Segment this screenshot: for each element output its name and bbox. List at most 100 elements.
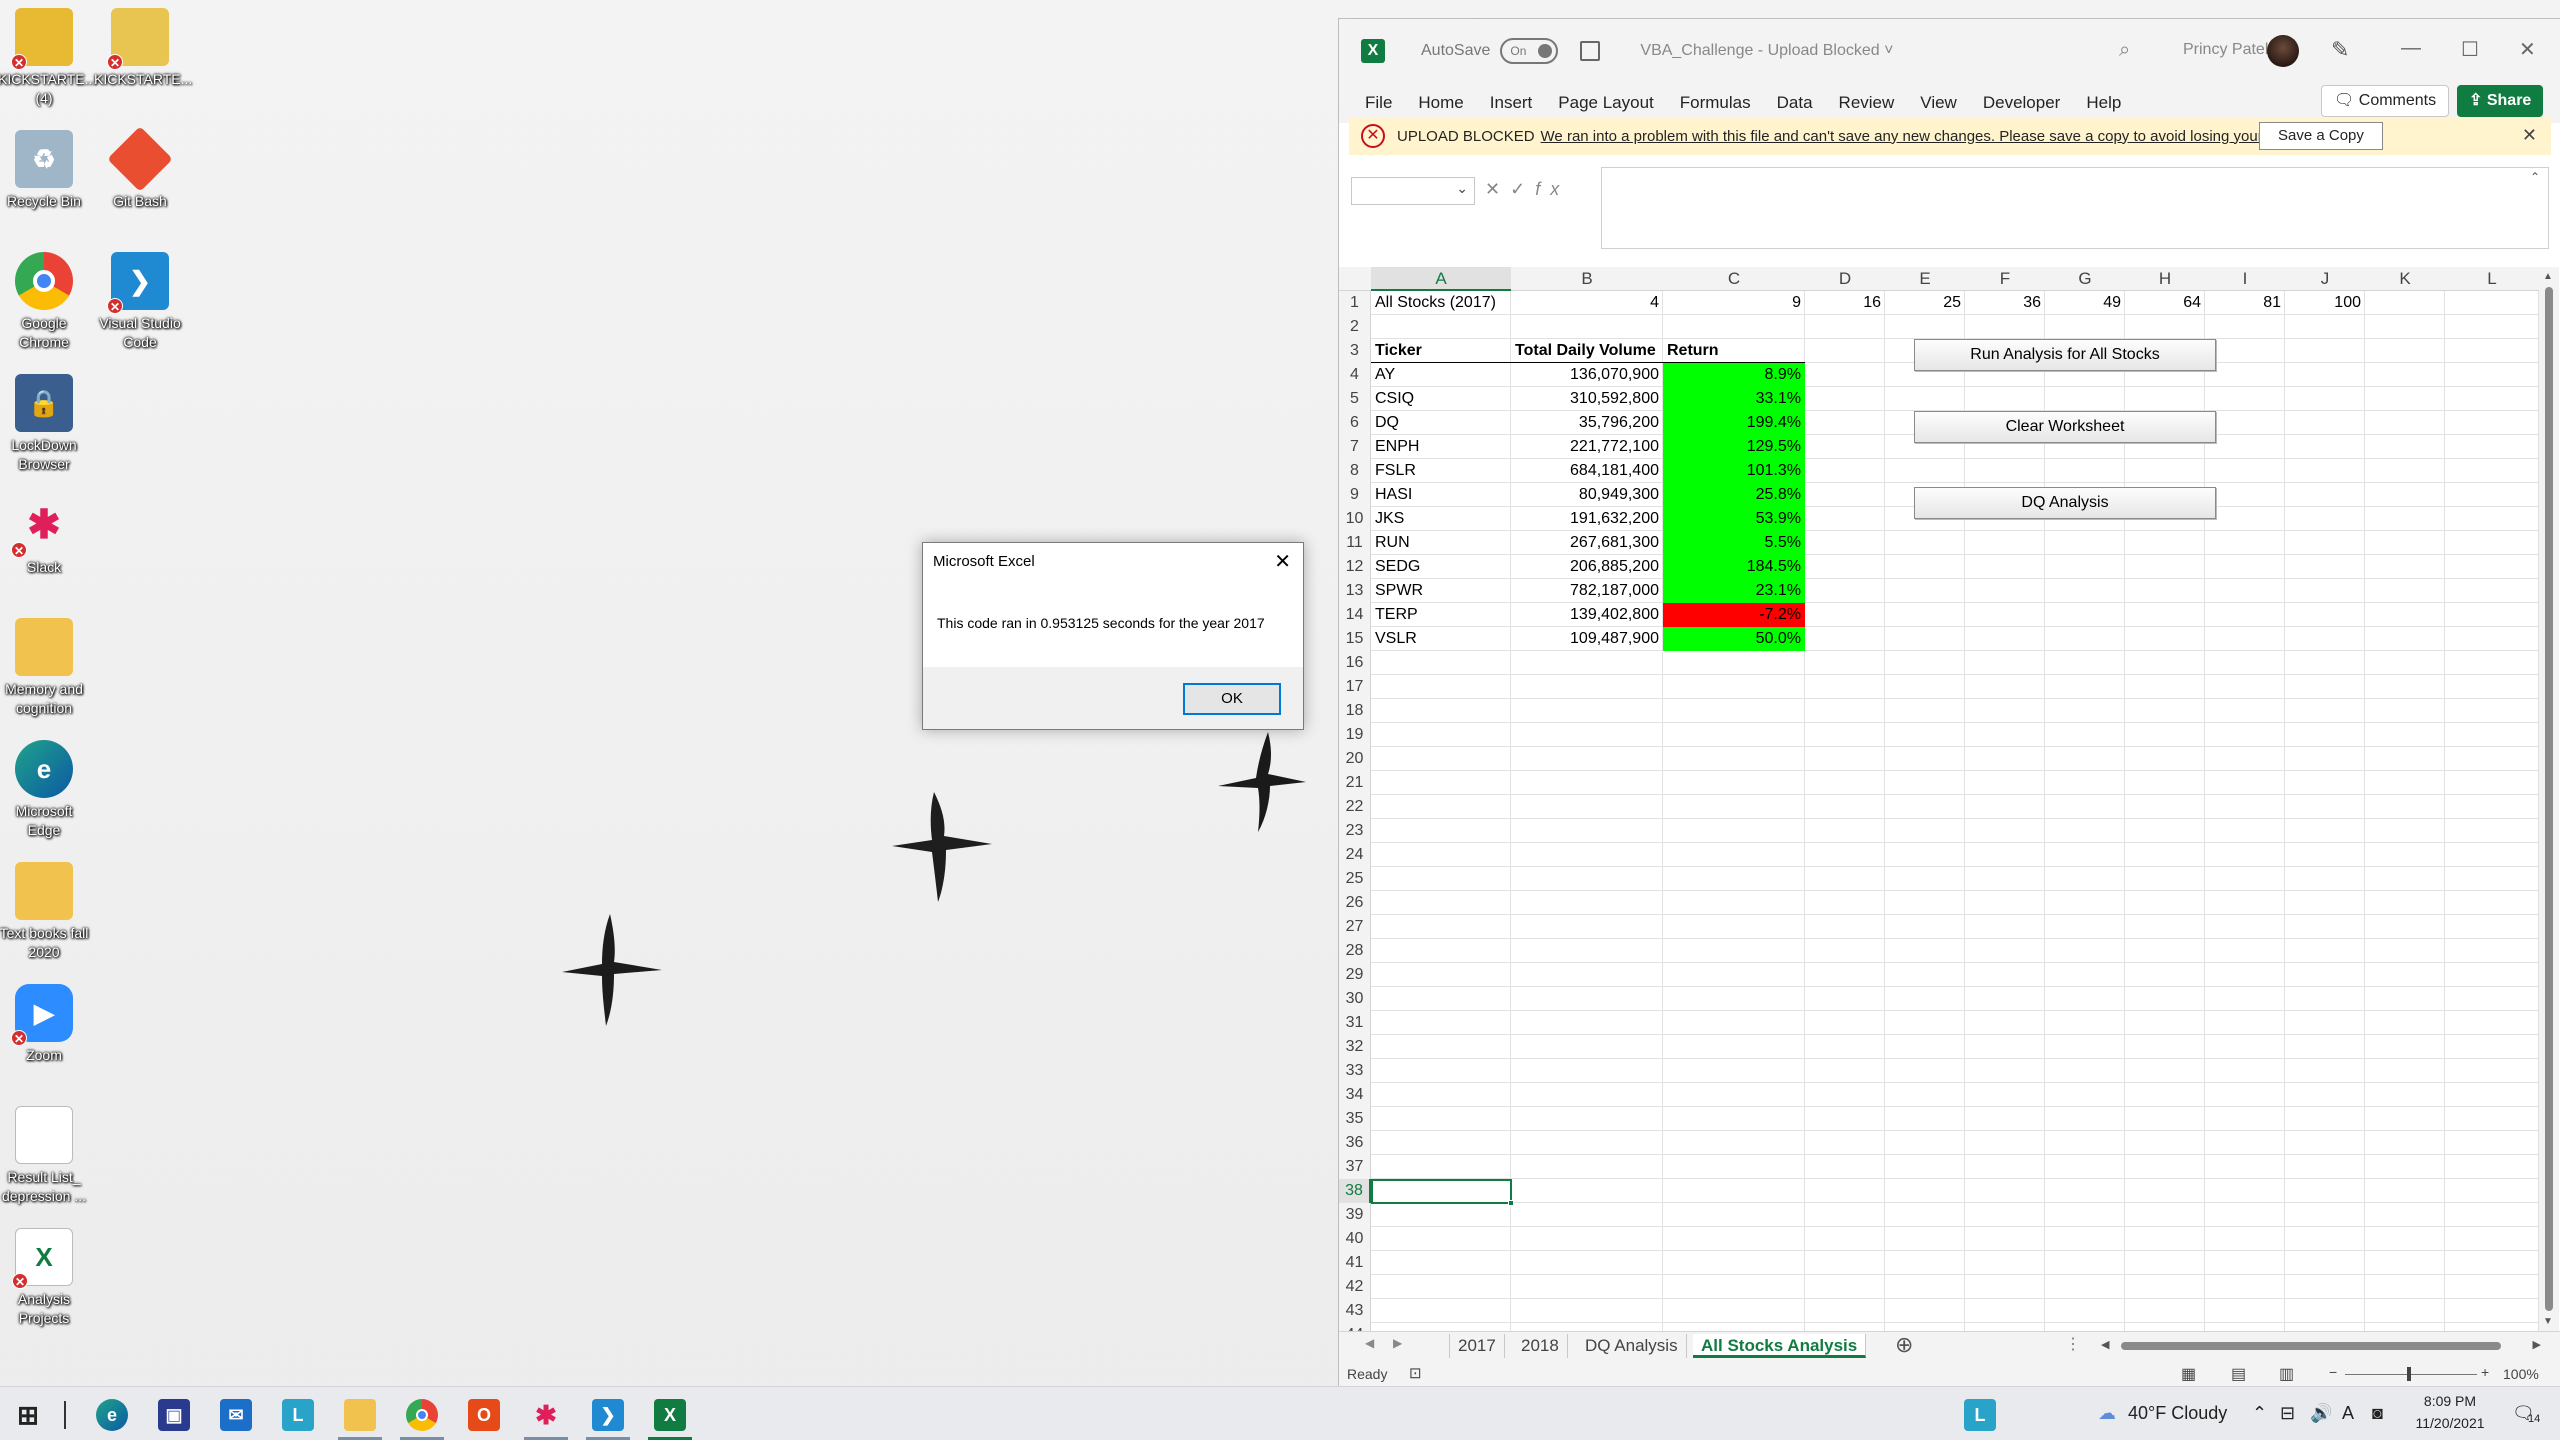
cell-f1[interactable]: 36 <box>1965 291 2045 315</box>
clear-worksheet-button[interactable]: Clear Worksheet <box>1914 411 2216 443</box>
vscode-icon[interactable]: ❯ <box>592 1399 624 1431</box>
column-header[interactable]: D <box>1805 267 1885 291</box>
desktop-icon-vscode[interactable]: ❯ ✕ Visual Studio Code <box>94 252 186 352</box>
user-name[interactable]: Princy Patel <box>2183 41 2268 59</box>
volume-cell[interactable]: 782,187,000 <box>1511 579 1663 603</box>
autosave-toggle[interactable]: On <box>1500 38 1559 64</box>
return-cell[interactable]: 23.1% <box>1663 579 1805 603</box>
cell-j1[interactable]: 100 <box>2285 291 2365 315</box>
row-header[interactable]: 27 <box>1339 915 1371 939</box>
desktop-icon-kickstarter[interactable]: ✕ KICKSTARTE... <box>94 8 192 89</box>
ok-button[interactable]: OK <box>1183 683 1281 715</box>
scroll-up-icon[interactable]: ▲ <box>2543 271 2553 282</box>
return-cell[interactable]: -7.2% <box>1663 603 1805 627</box>
ticker-cell[interactable]: SEDG <box>1371 555 1511 579</box>
ticker-cell[interactable]: FSLR <box>1371 459 1511 483</box>
tab-splitter-icon[interactable]: ⋮ <box>2065 1334 2081 1354</box>
chrome-icon[interactable] <box>406 1399 438 1431</box>
avatar[interactable] <box>2267 35 2299 67</box>
return-cell[interactable]: 199.4% <box>1663 411 1805 435</box>
page-layout-view-icon[interactable]: ▤ <box>2231 1364 2246 1384</box>
desktop-icon-lockdown-browser[interactable]: 🔒 LockDown Browser <box>0 374 90 474</box>
zoom-level[interactable]: 100% <box>2503 1366 2539 1382</box>
volume-cell[interactable]: 206,885,200 <box>1511 555 1663 579</box>
slack-icon[interactable]: ✱ <box>530 1399 562 1431</box>
name-box[interactable]: ⌄ <box>1351 177 1475 205</box>
row-header[interactable]: 22 <box>1339 795 1371 819</box>
tab-prev-icon[interactable]: ◀ <box>1365 1336 1374 1350</box>
spreadsheet-grid[interactable]: A B C D E F G H I J K L 1 2 3 4 5 6 7 8 9 10 11 12 1… <box>1339 267 2560 1331</box>
ticker-cell[interactable]: AY <box>1371 363 1511 387</box>
volume-cell[interactable]: 310,592,800 <box>1511 387 1663 411</box>
return-cell[interactable]: 184.5% <box>1663 555 1805 579</box>
header-volume[interactable]: Total Daily Volume <box>1511 339 1663 363</box>
menu-file[interactable]: File <box>1365 93 1392 113</box>
cell-i1[interactable]: 81 <box>2205 291 2285 315</box>
menu-view[interactable]: View <box>1920 93 1957 113</box>
language-icon[interactable]: A <box>2342 1403 2354 1424</box>
column-header[interactable]: C <box>1663 267 1805 291</box>
save-a-copy-button[interactable]: Save a Copy <box>2259 122 2383 150</box>
cell-h1[interactable]: 64 <box>2125 291 2205 315</box>
row-header[interactable]: 2 <box>1339 315 1371 339</box>
row-header[interactable]: 4 <box>1339 363 1371 387</box>
row-header[interactable]: 12 <box>1339 555 1371 579</box>
row-header[interactable]: 40 <box>1339 1227 1371 1251</box>
row-header[interactable]: 33 <box>1339 1059 1371 1083</box>
column-header[interactable]: B <box>1511 267 1663 291</box>
lockdown-taskbar-icon[interactable]: L <box>282 1399 314 1431</box>
row-header[interactable]: 43 <box>1339 1299 1371 1323</box>
cell-d1[interactable]: 16 <box>1805 291 1885 315</box>
pen-icon[interactable]: ✎ <box>2331 37 2349 63</box>
column-header[interactable]: K <box>2365 267 2445 291</box>
row-header[interactable]: 13 <box>1339 579 1371 603</box>
network-icon[interactable]: ⊟ <box>2280 1403 2295 1424</box>
tab-dq-analysis[interactable]: DQ Analysis <box>1577 1334 1687 1358</box>
volume-cell[interactable]: 221,772,100 <box>1511 435 1663 459</box>
enter-icon[interactable]: ✓ <box>1510 179 1535 199</box>
ticker-cell[interactable]: ENPH <box>1371 435 1511 459</box>
cell-c1[interactable]: 9 <box>1663 291 1805 315</box>
edge-icon[interactable]: e <box>96 1399 128 1431</box>
volume-cell[interactable]: 139,402,800 <box>1511 603 1663 627</box>
row-header[interactable]: 26 <box>1339 891 1371 915</box>
row-header[interactable]: 21 <box>1339 771 1371 795</box>
tab-all-stocks-analysis[interactable]: All Stocks Analysis <box>1693 1334 1867 1358</box>
volume-cell[interactable]: 136,070,900 <box>1511 363 1663 387</box>
file-explorer-icon[interactable] <box>344 1399 376 1431</box>
ticker-cell[interactable]: VSLR <box>1371 627 1511 651</box>
formula-input[interactable]: ⌃ <box>1601 167 2549 249</box>
scroll-thumb[interactable] <box>2545 287 2553 1311</box>
cell-b1[interactable]: 4 <box>1511 291 1663 315</box>
run-analysis-button[interactable]: Run Analysis for All Stocks <box>1914 339 2216 371</box>
volume-cell[interactable]: 35,796,200 <box>1511 411 1663 435</box>
row-header[interactable]: 29 <box>1339 963 1371 987</box>
return-cell[interactable]: 33.1% <box>1663 387 1805 411</box>
menu-home[interactable]: Home <box>1418 93 1463 113</box>
ticker-cell[interactable]: RUN <box>1371 531 1511 555</box>
header-ticker[interactable]: Ticker <box>1371 339 1511 363</box>
volume-cell[interactable]: 80,949,300 <box>1511 483 1663 507</box>
ticker-cell[interactable]: HASI <box>1371 483 1511 507</box>
dq-analysis-button[interactable]: DQ Analysis <box>1914 487 2216 519</box>
row-header[interactable]: 7 <box>1339 435 1371 459</box>
comments-button[interactable]: 🗨 Comments <box>2321 85 2450 117</box>
scroll-thumb[interactable] <box>2121 1342 2501 1350</box>
close-icon[interactable]: ✕ <box>2522 125 2537 146</box>
collapse-icon[interactable]: ⌃ <box>2530 170 2540 184</box>
menu-formulas[interactable]: Formulas <box>1680 93 1751 113</box>
row-header[interactable]: 34 <box>1339 1083 1371 1107</box>
desktop-icon-zoom[interactable]: ▶ ✕ Zoom <box>0 984 90 1065</box>
close-icon[interactable]: ✕ <box>2519 37 2536 62</box>
volume-icon[interactable]: 🔊 <box>2310 1403 2332 1424</box>
cancel-icon[interactable]: ✕ <box>1485 179 1510 199</box>
ticker-cell[interactable]: DQ <box>1371 411 1511 435</box>
excel-icon[interactable]: X <box>654 1399 686 1431</box>
maximize-icon[interactable]: ☐ <box>2461 37 2479 62</box>
row-header[interactable]: 17 <box>1339 675 1371 699</box>
return-cell[interactable]: 25.8% <box>1663 483 1805 507</box>
desktop-icon-textbooks[interactable]: Text books fall 2020 <box>0 862 90 962</box>
volume-cell[interactable]: 267,681,300 <box>1511 531 1663 555</box>
row-header[interactable]: 18 <box>1339 699 1371 723</box>
office-icon[interactable]: O <box>468 1399 500 1431</box>
